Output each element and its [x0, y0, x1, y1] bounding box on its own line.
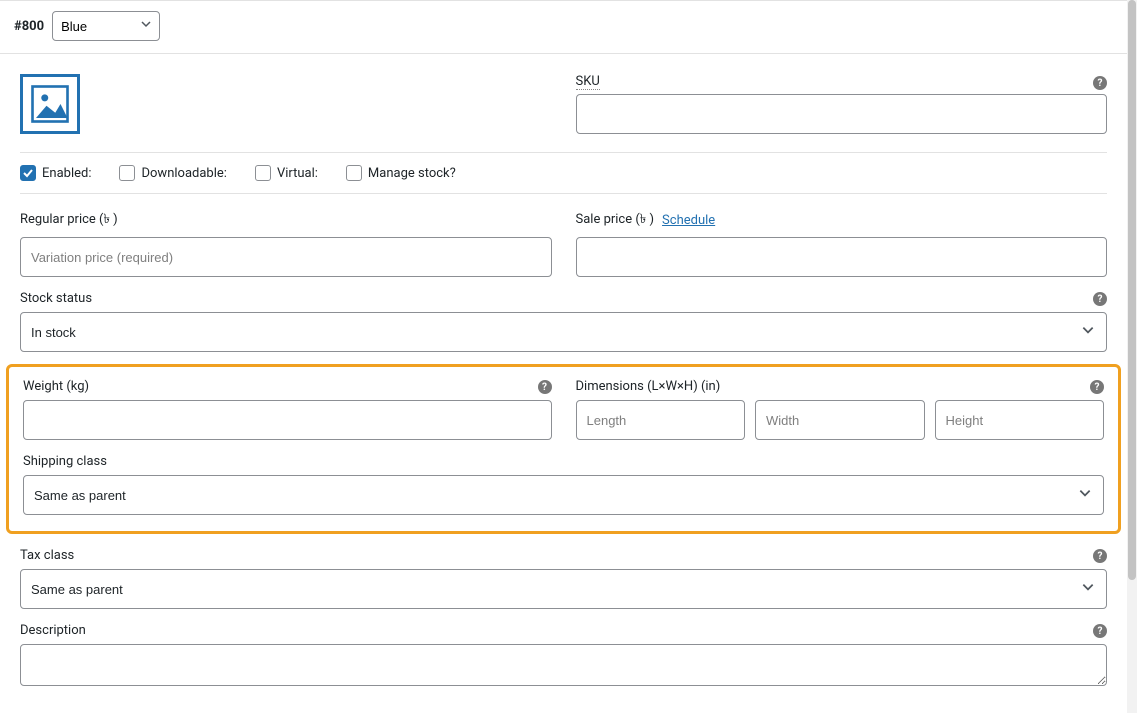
help-icon[interactable]: ?	[1093, 76, 1107, 90]
weight-label: Weight (kg)	[23, 379, 89, 394]
variation-id: #800	[14, 19, 44, 34]
description-label: Description	[20, 623, 86, 638]
help-icon[interactable]: ?	[1093, 549, 1107, 563]
color-select-wrap: Blue	[52, 11, 160, 41]
length-input[interactable]	[576, 400, 746, 440]
description-textarea[interactable]	[20, 644, 1107, 686]
help-icon[interactable]: ?	[1093, 292, 1107, 306]
regular-price-input[interactable]	[20, 237, 552, 277]
regular-price-label: Regular price (৳ )	[20, 210, 118, 231]
vertical-scrollbar[interactable]	[1127, 0, 1137, 713]
downloadable-checkbox[interactable]: Downloadable:	[119, 165, 226, 181]
shipping-class-label: Shipping class	[23, 454, 107, 469]
height-input[interactable]	[935, 400, 1105, 440]
help-icon[interactable]: ?	[1090, 380, 1104, 394]
width-input[interactable]	[755, 400, 925, 440]
shipping-highlight: Weight (kg) ? Dimensions (L×W×H) (in) ?	[6, 364, 1121, 534]
weight-input[interactable]	[23, 400, 552, 440]
color-select[interactable]: Blue	[52, 11, 160, 41]
shipping-class-select[interactable]: Same as parent	[23, 475, 1104, 515]
tax-class-select[interactable]: Same as parent	[20, 569, 1107, 609]
image-placeholder-icon	[29, 83, 71, 125]
tax-class-label: Tax class	[20, 548, 74, 563]
sku-label: SKU	[576, 74, 600, 90]
help-icon[interactable]: ?	[538, 380, 552, 394]
option-checkbox-row: Enabled: Downloadable: Virtual: Manage s…	[20, 152, 1107, 194]
stock-status-label: Stock status	[20, 291, 92, 306]
schedule-link[interactable]: Schedule	[662, 213, 715, 228]
manage-stock-label: Manage stock?	[368, 166, 456, 181]
help-icon[interactable]: ?	[1093, 624, 1107, 638]
manage-stock-checkbox[interactable]: Manage stock?	[346, 165, 456, 181]
variation-header: #800 Blue	[0, 0, 1127, 54]
scrollbar-thumb[interactable]	[1128, 0, 1136, 580]
sale-price-input[interactable]	[576, 237, 1108, 277]
variation-image-upload[interactable]	[20, 74, 80, 134]
stock-status-select[interactable]: In stock	[20, 312, 1107, 352]
sale-price-label: Sale price (৳ )	[576, 210, 655, 231]
sku-input[interactable]	[576, 94, 1108, 134]
virtual-label: Virtual:	[277, 166, 318, 181]
enabled-label: Enabled:	[42, 166, 91, 181]
enabled-checkbox[interactable]: Enabled:	[20, 165, 91, 181]
virtual-checkbox[interactable]: Virtual:	[255, 165, 318, 181]
downloadable-label: Downloadable:	[141, 166, 226, 181]
dimensions-label: Dimensions (L×W×H) (in)	[576, 379, 721, 394]
